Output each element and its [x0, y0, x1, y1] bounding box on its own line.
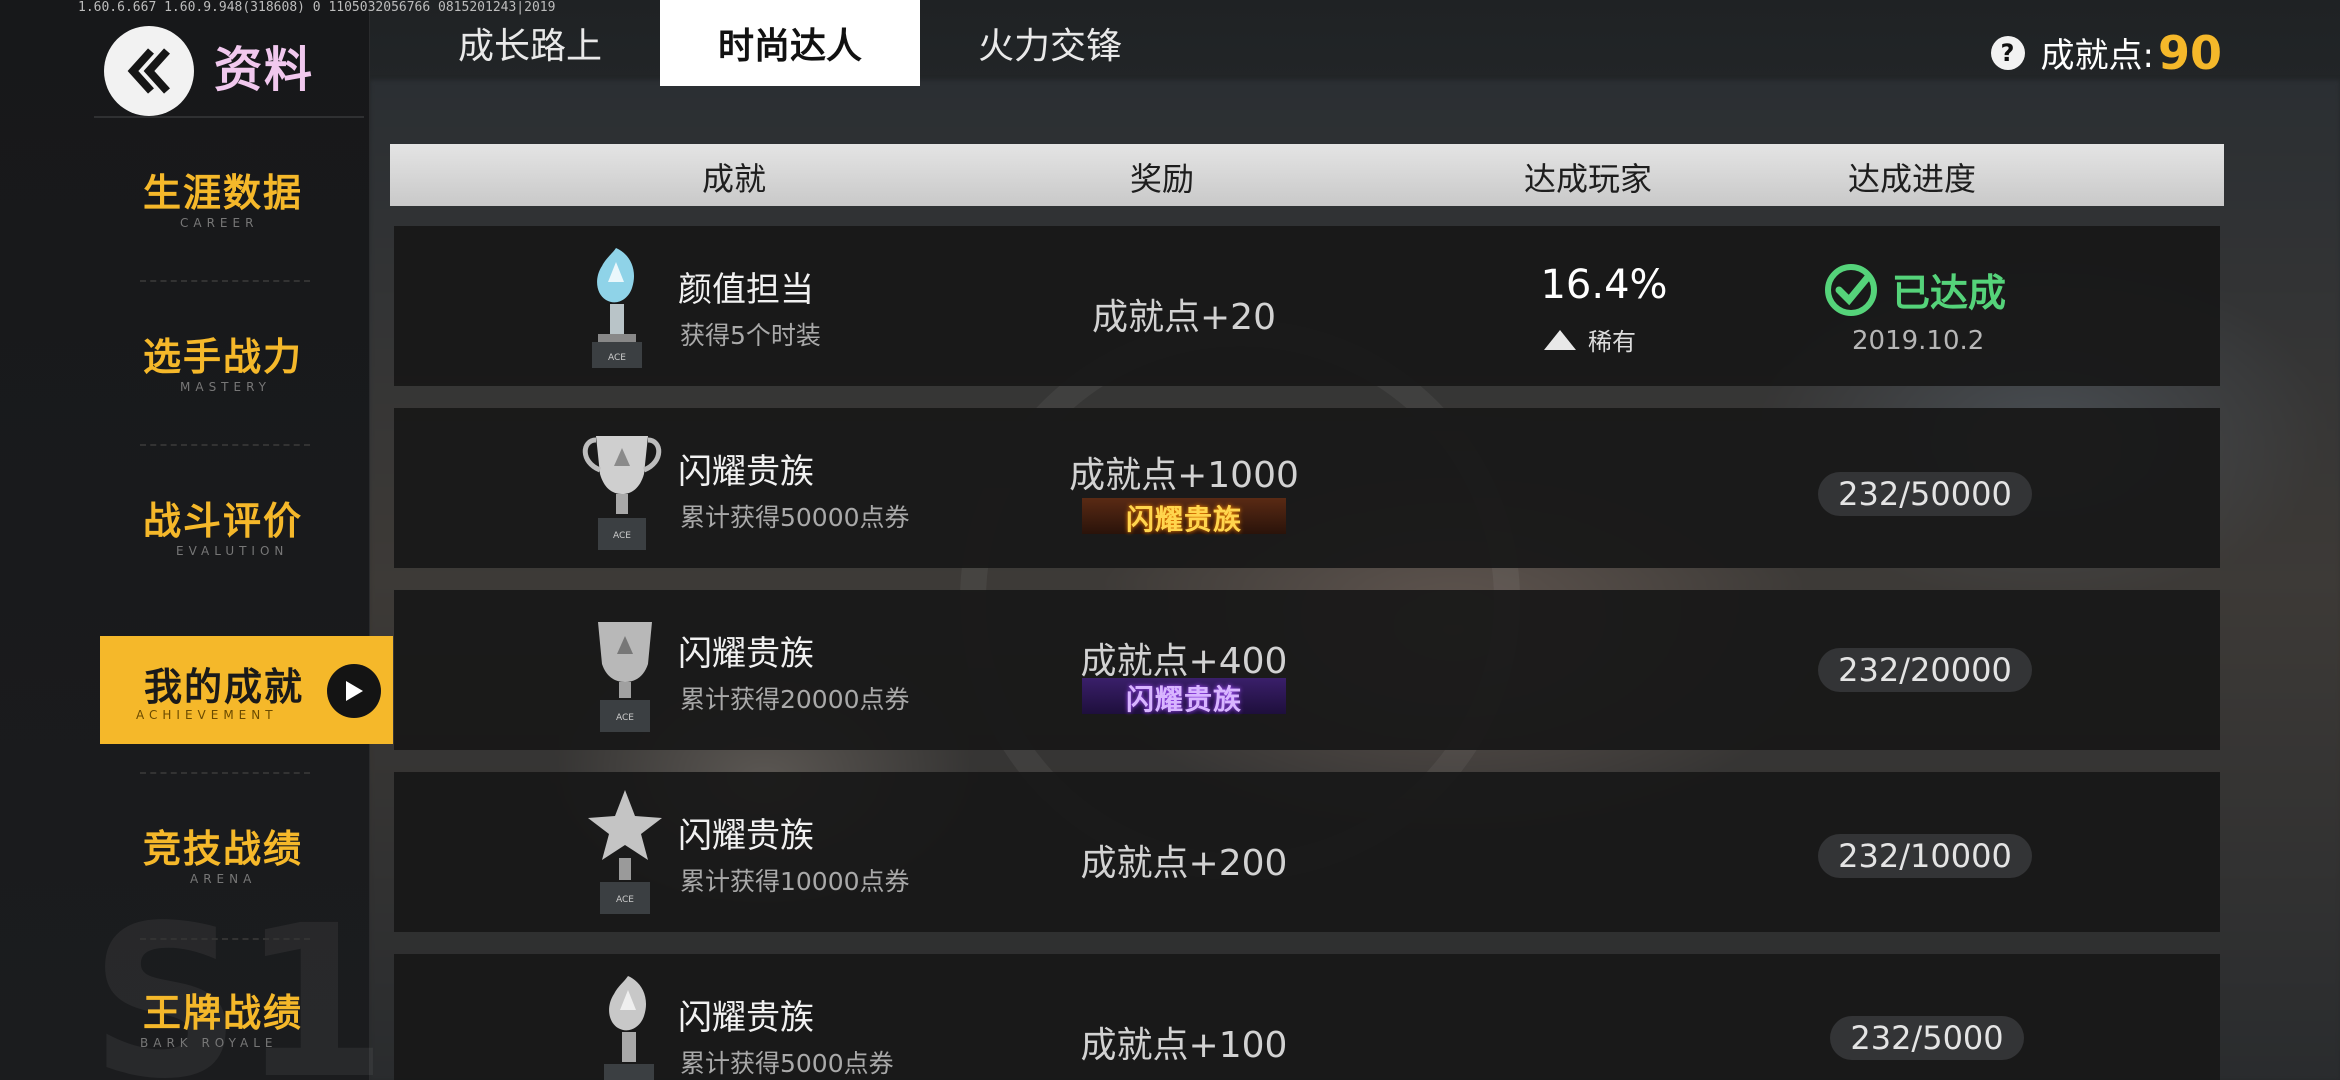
- divider: [140, 280, 310, 282]
- crystal-trophy-icon: [604, 976, 654, 1080]
- crystal-trophy-icon: ACE: [592, 248, 642, 368]
- reward-text: 成就点+1000: [1069, 455, 1299, 496]
- table-row[interactable]: ACE 闪耀贵族 累计获得50000点券 成就点+1000 闪耀贵族 232/5…: [394, 408, 2220, 568]
- sidebar-item-label: 王牌战绩: [143, 991, 304, 1035]
- achievement-name: 闪耀贵族: [678, 816, 814, 856]
- svg-text:ACE: ACE: [613, 531, 631, 541]
- progress-pill: 232/5000: [1830, 1016, 2024, 1060]
- svg-text:ACE: ACE: [616, 713, 634, 723]
- sidebar-item-sublabel: CAREER: [180, 216, 259, 230]
- achievement-name: 闪耀贵族: [678, 998, 814, 1038]
- progress-pill: 232/50000: [1818, 472, 2032, 516]
- sidebar-item-label: 选手战力: [143, 335, 304, 379]
- sidebar-item-sublabel: ARENA: [190, 872, 257, 886]
- sidebar-item-label: 生涯数据: [143, 171, 304, 215]
- cup-trophy-icon: ACE: [598, 622, 652, 732]
- achievement-desc: 累计获得20000点券: [680, 685, 910, 714]
- divider: [140, 938, 310, 940]
- question-icon[interactable]: ?: [1990, 35, 2025, 70]
- achievement-name: 闪耀贵族: [678, 634, 814, 674]
- sidebar-item-label: 战斗评价: [143, 499, 304, 543]
- reward-text: 成就点+20: [1092, 297, 1276, 338]
- progress-pill: 232/10000: [1818, 834, 2032, 878]
- divider: [140, 772, 310, 774]
- back-button[interactable]: [104, 26, 194, 116]
- progress-pill: 232/20000: [1818, 648, 2032, 692]
- svg-text:ACE: ACE: [616, 895, 634, 905]
- double-chevron-left-icon: [127, 48, 170, 94]
- achievement-points: ? 成就点: 90: [1990, 25, 2222, 80]
- player-percent: 16.4%: [1540, 262, 1668, 308]
- tab-bar: 成长路上 时尚达人 火力交锋: [400, 0, 1180, 86]
- title-badge: 闪耀贵族: [1082, 498, 1286, 536]
- achievement-desc: 累计获得5000点券: [680, 1049, 894, 1078]
- completion-date: 2019.10.2: [1852, 326, 1985, 356]
- divider: [94, 116, 364, 118]
- rarity-label: 稀有: [1588, 328, 1636, 356]
- completed-status: 已达成: [1824, 262, 2006, 317]
- column-header-reward: 奖励: [1130, 160, 1195, 198]
- achievement-desc: 累计获得50000点券: [680, 503, 910, 532]
- cup-trophy-icon: ACE: [582, 436, 662, 550]
- tab-growth[interactable]: 成长路上: [400, 0, 660, 86]
- sidebar-item-sublabel: MASTERY: [180, 380, 271, 394]
- sidebar-item-achievement[interactable]: 我的成就 ACHIEVEMENT: [100, 636, 393, 744]
- sidebar-item-bark-royale[interactable]: 王牌战绩 BARK ROYALE: [100, 970, 393, 1078]
- sidebar-item-sublabel: ACHIEVEMENT: [136, 708, 278, 722]
- sidebar-item-label: 竞技战绩: [143, 827, 304, 871]
- table-row[interactable]: ACE 颜值担当 获得5个时装 成就点+20 16.4% 稀有 已达成 2019…: [394, 226, 2220, 386]
- rarity: 稀有: [1544, 322, 1636, 357]
- star-trophy-icon: ACE: [588, 790, 662, 914]
- sidebar-item-mastery[interactable]: 选手战力 MASTERY: [100, 314, 393, 422]
- pyramid-icon: [1544, 329, 1576, 350]
- sidebar-item-label: 我的成就: [144, 665, 305, 709]
- achievement-screen: 资料 S1 生涯数据 CAREER 选手战力 MASTERY 战斗评价 EVAL…: [0, 0, 2340, 1080]
- tab-fashion[interactable]: 时尚达人: [660, 0, 920, 86]
- column-header-players: 达成玩家: [1524, 160, 1653, 198]
- reward-text: 成就点+100: [1080, 1025, 1288, 1066]
- play-icon: [327, 664, 381, 718]
- sidebar-item-sublabel: EVALUTION: [176, 544, 289, 558]
- column-header-achievement: 成就: [702, 160, 767, 198]
- achievement-desc: 获得5个时装: [680, 321, 821, 350]
- reward-text: 成就点+200: [1080, 843, 1288, 884]
- points-value: 90: [2157, 25, 2222, 80]
- achievement-name: 闪耀贵族: [678, 452, 814, 492]
- page-title: 资料: [214, 42, 315, 98]
- status-label: 已达成: [1892, 271, 2007, 315]
- sidebar-item-career[interactable]: 生涯数据 CAREER: [100, 150, 393, 258]
- sidebar-item-sublabel: BARK ROYALE: [140, 1036, 278, 1050]
- title-badge: 闪耀贵族: [1082, 678, 1286, 716]
- points-label: 成就点:: [2040, 36, 2154, 76]
- table-row[interactable]: ACE 闪耀贵族 累计获得20000点券 成就点+400 闪耀贵族 232/20…: [394, 590, 2220, 750]
- sidebar-item-arena[interactable]: 竞技战绩 ARENA: [100, 806, 393, 914]
- reward-text: 成就点+400: [1080, 641, 1288, 682]
- achievement-desc: 累计获得10000点券: [680, 867, 910, 896]
- column-header-progress: 达成进度: [1848, 160, 1977, 198]
- check-circle-icon: [1825, 263, 1877, 316]
- table-row[interactable]: ACE 闪耀贵族 累计获得10000点券 成就点+200 232/10000: [394, 772, 2220, 932]
- table-row[interactable]: 闪耀贵族 累计获得5000点券 成就点+100 232/5000: [394, 954, 2220, 1080]
- divider: [140, 444, 310, 446]
- svg-text:ACE: ACE: [608, 353, 626, 363]
- achievement-name: 颜值担当: [678, 270, 814, 310]
- sidebar: 资料 S1 生涯数据 CAREER 选手战力 MASTERY 战斗评价 EVAL…: [0, 0, 393, 1080]
- sidebar-item-evaluation[interactable]: 战斗评价 EVALUTION: [100, 478, 393, 586]
- tab-firefight[interactable]: 火力交锋: [920, 0, 1180, 86]
- table-header: 成就 奖励 达成玩家 达成进度: [390, 144, 2224, 206]
